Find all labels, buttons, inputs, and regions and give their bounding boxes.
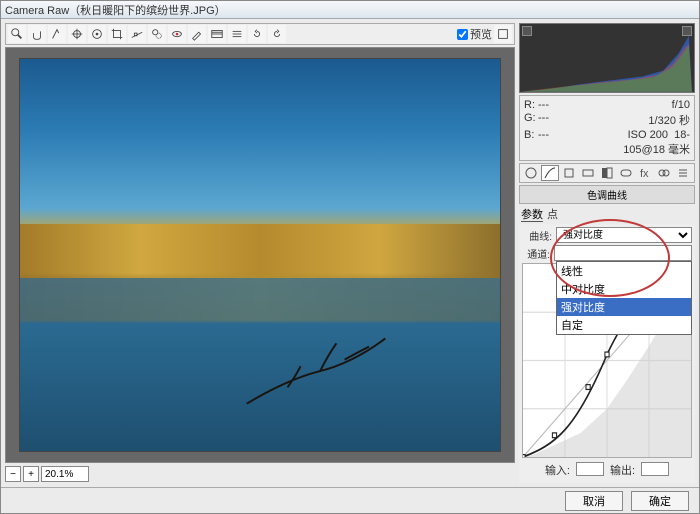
color-sampler-icon[interactable]	[68, 25, 86, 43]
curve-channel-row: 通道: 线性 中对比度 强对比度 自定	[522, 245, 692, 261]
camera-raw-window: Camera Raw（秋日暖阳下的缤纷世界.JPG） 预览	[0, 0, 700, 514]
prefs-icon[interactable]	[228, 25, 246, 43]
cancel-button[interactable]: 取消	[565, 491, 623, 511]
subtab-point[interactable]: 点	[547, 206, 558, 222]
option-custom[interactable]: 自定	[557, 316, 691, 334]
left-pane: 预览 − + 20.1%	[5, 23, 515, 483]
white-balance-tool-icon[interactable]	[48, 25, 66, 43]
metadata-panel: R:--- f/10 G:--- 1/320 秒 B:--- ISO 200 1…	[519, 95, 695, 161]
graduated-filter-icon[interactable]	[208, 25, 226, 43]
window-title: Camera Raw（秋日暖阳下的缤纷世界.JPG）	[5, 2, 226, 18]
option-linear[interactable]: 线性	[557, 262, 691, 280]
spot-removal-icon[interactable]	[148, 25, 166, 43]
toolbar: 预览	[5, 23, 515, 45]
ok-button[interactable]: 确定	[631, 491, 689, 511]
panel-tabs: fx	[519, 163, 695, 183]
titlebar: Camera Raw（秋日暖阳下的缤纷世界.JPG）	[1, 1, 699, 19]
option-strong-contrast[interactable]: 强对比度	[557, 298, 691, 316]
curve-output-field[interactable]	[641, 462, 669, 476]
tab-split[interactable]	[598, 165, 616, 181]
curve-preset-select[interactable]: 强对比度	[556, 227, 692, 243]
footer: 取消 确定	[1, 487, 699, 513]
rotate-cw-icon[interactable]	[268, 25, 286, 43]
image-viewport[interactable]	[5, 47, 515, 463]
tab-presets[interactable]	[674, 165, 692, 181]
tab-detail[interactable]	[560, 165, 578, 181]
adjustment-brush-icon[interactable]	[188, 25, 206, 43]
option-medium-contrast[interactable]: 中对比度	[557, 280, 691, 298]
curve-io-row: 输入: 输出:	[522, 460, 692, 480]
redeye-tool-icon[interactable]	[168, 25, 186, 43]
right-pane: R:--- f/10 G:--- 1/320 秒 B:--- ISO 200 1…	[519, 23, 695, 483]
panel-title: 色调曲线	[519, 185, 695, 204]
main-area: 预览 − + 20.1%	[1, 19, 699, 487]
curve-preset-row: 曲线: 强对比度	[522, 227, 692, 243]
tab-basic[interactable]	[522, 165, 540, 181]
channel-field[interactable]	[554, 245, 692, 261]
preview-checkbox[interactable]: 预览	[457, 26, 492, 42]
tab-fx[interactable]: fx	[636, 165, 654, 181]
zoom-bar: − + 20.1%	[5, 465, 515, 483]
zoom-out-button[interactable]: −	[5, 466, 21, 482]
tab-calibration[interactable]	[655, 165, 673, 181]
subtab-row: 参数 点	[519, 206, 695, 222]
tone-curve-panel: 曲线: 强对比度 通道: 线性 中对比度 强对比度 自定	[519, 224, 695, 483]
straighten-tool-icon[interactable]	[128, 25, 146, 43]
histogram[interactable]	[519, 23, 695, 93]
svg-text:fx: fx	[640, 168, 649, 180]
zoom-in-button[interactable]: +	[23, 466, 39, 482]
hand-tool-icon[interactable]	[28, 25, 46, 43]
crop-tool-icon[interactable]	[108, 25, 126, 43]
tab-hsl[interactable]	[579, 165, 597, 181]
zoom-tool-icon[interactable]	[8, 25, 26, 43]
tab-lens[interactable]	[617, 165, 635, 181]
tab-tone-curve[interactable]	[541, 165, 559, 181]
subtab-parametric[interactable]: 参数	[521, 206, 543, 222]
targeted-adjustment-icon[interactable]	[88, 25, 106, 43]
fullscreen-icon[interactable]	[494, 25, 512, 43]
image-preview	[19, 58, 502, 451]
zoom-value[interactable]: 20.1%	[41, 466, 89, 482]
rotate-ccw-icon[interactable]	[248, 25, 266, 43]
preset-dropdown[interactable]: 线性 中对比度 强对比度 自定	[556, 261, 692, 335]
curve-input-field[interactable]	[576, 462, 604, 476]
